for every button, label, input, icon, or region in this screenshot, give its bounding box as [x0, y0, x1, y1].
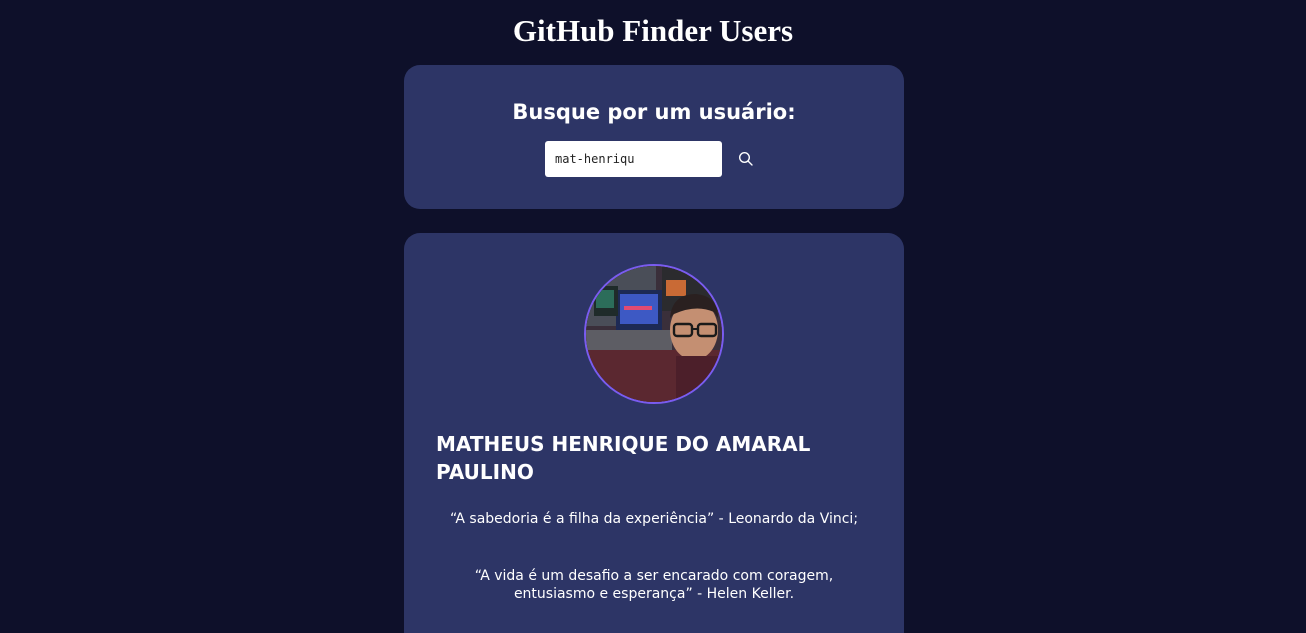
bio-quote-2: “A vida é um desafio a ser encarado com … — [424, 567, 884, 603]
page-title: GitHub Finder Users — [512, 13, 794, 48]
bio-quote-2-line-2: entusiasmo e esperança” - Helen Keller. — [513, 586, 795, 602]
search-button[interactable] — [734, 147, 758, 171]
avatar — [584, 264, 724, 404]
bio-quote-2-line-1: “A vida é um desafio a ser encarado com … — [474, 568, 834, 584]
search-icon — [738, 151, 753, 166]
profile-card: MATHEUS HENRIQUE DO AMARAL PAULINO “A sa… — [404, 233, 904, 633]
avatar-photo — [586, 266, 722, 402]
search-input[interactable] — [545, 141, 722, 177]
search-heading: Busque por um usuário: — [512, 100, 796, 124]
profile-name: MATHEUS HENRIQUE DO AMARAL PAULINO — [436, 432, 811, 484]
search-card: Busque por um usuário: — [404, 65, 904, 209]
bio-quote-1: “A sabedoria é a filha da experiência” -… — [449, 511, 859, 527]
